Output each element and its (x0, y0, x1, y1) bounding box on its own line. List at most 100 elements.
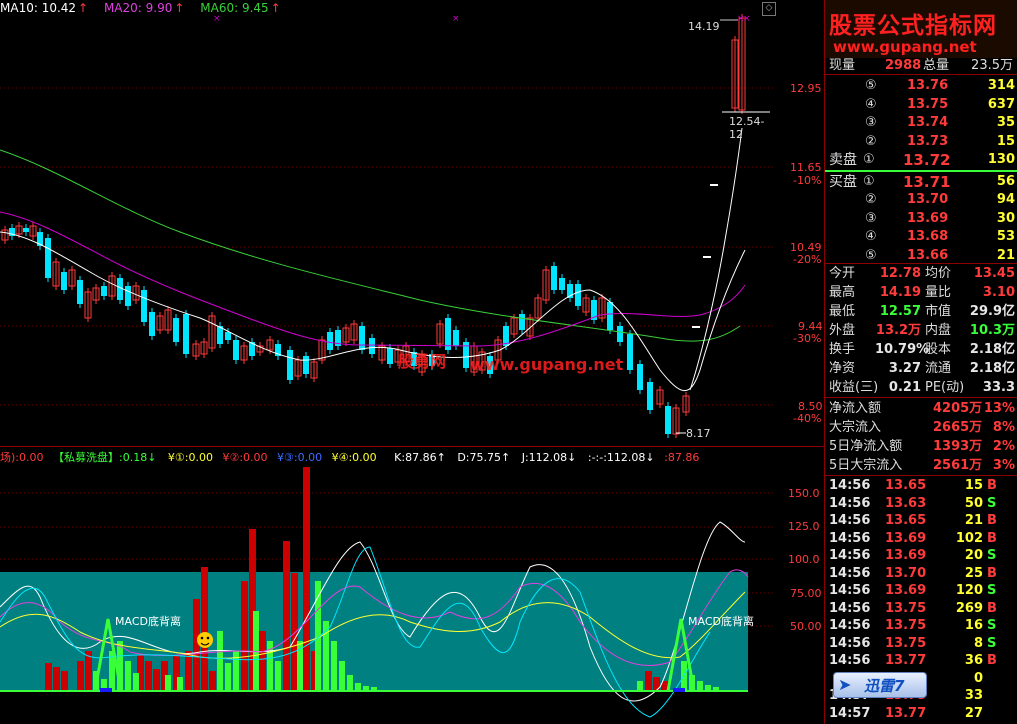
tick-row[interactable]: 14:56 13.69 102 B (825, 530, 1017, 548)
stat-value: 0.21 (888, 380, 921, 395)
blue-marker (100, 688, 112, 692)
stat-row[interactable]: 净资 3.27 流通 2.18亿 (825, 359, 1017, 378)
stat-value: 3.27 (888, 361, 921, 376)
flow-pct: 8% (992, 420, 1015, 435)
range-price-marker: 12.54-12 (729, 115, 765, 141)
tick-time: 14:56 (829, 478, 871, 493)
watermark-banner: 股票公式指标网 www.gupang.net (825, 0, 1017, 58)
ask-row[interactable]: ④ 13.75 637 (825, 95, 1017, 114)
bid-level: ⑤ (865, 247, 877, 263)
ind-axis-label: 100.0 (788, 553, 820, 566)
tick-row[interactable]: 14:56 13.69 20 S (825, 547, 1017, 565)
stat-row[interactable]: 最高 14.19 量比 3.10 (825, 283, 1017, 302)
flow-row[interactable]: 大宗流入 2665万 8% (825, 418, 1017, 437)
tick-side: S (987, 548, 997, 563)
kline-chart-panel[interactable]: × × × × MA10: 10.42 ↑ MA20: 9.90 ↑ MA60: 9… (0, 0, 823, 446)
tick-price: 13.65 (885, 478, 927, 493)
ask-level: ④ (865, 96, 877, 112)
tick-row[interactable]: 14:56 13.70 25 B (825, 565, 1017, 583)
tick-row[interactable]: 14:56 13.75 16 S (825, 617, 1017, 635)
tick-time: 14:56 (829, 530, 871, 546)
flow-row[interactable]: 净流入额 4205万 13% (825, 399, 1017, 418)
tick-price: 13.77 (885, 653, 927, 668)
tick-time: 14:56 (829, 495, 871, 511)
kline-chart[interactable]: × × × × (0, 0, 776, 446)
ask-row[interactable]: ⑤ 13.76 314 (825, 76, 1017, 95)
price-axis-pct: -40% (793, 412, 822, 425)
tick-side: B (987, 478, 997, 493)
tick-row[interactable]: 14:56 13.75 269 B (825, 600, 1017, 618)
stat-value: 12.78 (879, 266, 921, 281)
chart-collapse-icon[interactable]: ◇ (762, 2, 776, 16)
tick-volume: 25 (964, 565, 983, 581)
ask1-row[interactable]: 卖盘 ① 13.72 130 (825, 150, 1017, 170)
bid-price: 13.68 (907, 229, 949, 244)
tick-volume: 50 (964, 495, 983, 511)
stat-value: 33.3 (982, 380, 1015, 395)
stat-label: 流通 (925, 361, 952, 376)
stat-row[interactable]: 换手 10.79% 股本 2.18亿 (825, 340, 1017, 359)
tick-row[interactable]: 14:56 13.75 8 S (825, 635, 1017, 653)
xunlei-badge[interactable]: ➤ 迅雷7 (833, 672, 927, 698)
flow-row[interactable]: 5日净流入额 1393万 2% (825, 437, 1017, 456)
bird-icon: ➤ (838, 675, 852, 694)
macd-annotation-right: MACD底背离 (688, 615, 754, 628)
tick-row[interactable]: 14:57 13.77 27 (825, 705, 1017, 723)
price-axis-label: 11.65 (790, 161, 822, 174)
stat-label: 净资 (829, 361, 856, 376)
stat-label: 最高 (829, 285, 856, 300)
tick-side: S (987, 635, 997, 651)
stat-row[interactable]: 今开 12.78 均价 13.45 (825, 264, 1017, 283)
stat-label: 外盘 (829, 323, 856, 338)
tick-time: 14:56 (829, 618, 871, 633)
ask-row[interactable]: ③ 13.74 35 (825, 113, 1017, 132)
tick-volume: 269 (955, 600, 983, 616)
tick-time: 14:56 (829, 548, 871, 563)
stat-row[interactable]: 外盘 13.2万 内盘 10.3万 (825, 321, 1017, 340)
step-markers (692, 184, 718, 328)
bid-row[interactable]: ③ 13.69 30 (825, 209, 1017, 228)
smiley-icon (197, 632, 213, 648)
tick-price: 13.69 (885, 548, 927, 563)
bid-row[interactable]: ② 13.70 94 (825, 190, 1017, 209)
stat-label: 换手 (829, 342, 856, 357)
low-price-marker: 8.17 (686, 427, 711, 440)
tick-row[interactable]: 14:56 13.65 21 B (825, 512, 1017, 530)
stat-value: 10.79% (875, 342, 930, 357)
stat-value: 2.18亿 (969, 342, 1015, 357)
tick-price: 13.70 (885, 565, 927, 581)
stat-row[interactable]: 收益(三) 0.21 PE(动) 33.3 (825, 378, 1017, 397)
flow-row[interactable]: 5日大宗流入 2561万 3% (825, 456, 1017, 475)
tick-row[interactable]: 14:56 13.65 15 B (825, 477, 1017, 495)
tick-time: 14:56 (829, 583, 871, 598)
flow-value: 1393万 (933, 439, 983, 454)
candles (1, 14, 746, 438)
bid-volume: 21 (996, 247, 1015, 263)
bid1-row[interactable]: 买盘 ① 13.71 56 (825, 172, 1017, 192)
chart-watermark-cn: 股勇网 (398, 352, 447, 371)
stat-row[interactable]: 最低 12.57 市值 29.9亿 (825, 302, 1017, 321)
tick-row[interactable]: 14:56 13.69 120 S (825, 582, 1017, 600)
indicator-panel[interactable]: 场):0.00 【私募洗盘】:0.18↓ ¥①:0.00 ¥②:0.00 ¥③:… (0, 447, 822, 724)
tick-volume: 21 (964, 513, 983, 528)
ask-volume: 35 (996, 115, 1015, 130)
stat-label: 均价 (925, 266, 952, 281)
tick-side: B (987, 513, 997, 528)
ask-row[interactable]: ② 13.73 15 (825, 132, 1017, 151)
bid-row[interactable]: ④ 13.68 53 (825, 227, 1017, 246)
blue-marker (673, 688, 685, 692)
tick-price: 13.63 (885, 495, 927, 511)
flow-pct: 3% (992, 458, 1015, 473)
tick-row[interactable]: 14:56 13.63 50 S (825, 495, 1017, 513)
tick-price: 13.65 (885, 513, 927, 528)
macd-annotation-left: MACD底背离 (115, 615, 181, 628)
chart-watermark-url: www.gupang.net (470, 355, 624, 374)
tick-volume: 8 (973, 635, 983, 651)
bid-row[interactable]: ⑤ 13.66 21 (825, 246, 1017, 265)
tick-time: 14:56 (829, 600, 871, 616)
tick-side: B (987, 600, 997, 616)
stat-value: 3.10 (982, 285, 1015, 300)
svg-text:×: × (743, 14, 751, 24)
tick-row[interactable]: 14:56 13.77 36 B (825, 652, 1017, 670)
flow-value: 2665万 (933, 420, 983, 435)
